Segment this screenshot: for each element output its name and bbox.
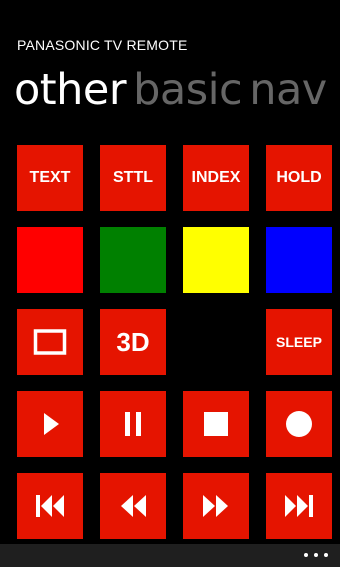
yellow-key-button[interactable] xyxy=(183,227,249,293)
more-icon[interactable] xyxy=(304,546,328,564)
3d-button[interactable]: 3D xyxy=(100,309,166,375)
fast-forward-icon xyxy=(203,495,228,517)
blue-key-button[interactable] xyxy=(266,227,332,293)
stop-icon xyxy=(204,412,228,436)
index-button-label: INDEX xyxy=(191,169,241,186)
hold-button-label: HOLD xyxy=(276,169,322,186)
sleep-button-label: SLEEP xyxy=(276,334,322,350)
pause-icon xyxy=(125,412,141,436)
pause-button[interactable] xyxy=(100,391,166,457)
skip-previous-icon xyxy=(36,495,64,517)
index-button[interactable]: INDEX xyxy=(183,145,249,211)
skip-next-icon xyxy=(285,495,313,517)
red-key-button[interactable] xyxy=(17,227,83,293)
record-icon xyxy=(286,411,312,437)
skip-next-button[interactable] xyxy=(266,473,332,539)
subtitle-button[interactable]: STTL xyxy=(100,145,166,211)
skip-previous-button[interactable] xyxy=(17,473,83,539)
application-bar xyxy=(0,544,340,567)
dot xyxy=(314,553,318,557)
3d-button-label: 3D xyxy=(116,326,150,357)
rewind-button[interactable] xyxy=(100,473,166,539)
play-icon xyxy=(44,413,59,435)
dot xyxy=(324,553,328,557)
play-button[interactable] xyxy=(17,391,83,457)
sleep-button[interactable]: SLEEP xyxy=(266,309,332,375)
pivot-tab-basic[interactable]: basic xyxy=(133,65,243,115)
green-key-button[interactable] xyxy=(100,227,166,293)
text-button-label: TEXT xyxy=(29,169,71,186)
dot xyxy=(304,553,308,557)
rewind-icon xyxy=(121,495,146,517)
aspect-ratio-icon xyxy=(33,329,67,355)
hold-button[interactable]: HOLD xyxy=(266,145,332,211)
subtitle-button-label: STTL xyxy=(113,169,153,186)
aspect-button[interactable] xyxy=(17,309,83,375)
stop-button[interactable] xyxy=(183,391,249,457)
app-title: PANASONIC TV REMOTE xyxy=(17,37,188,53)
record-button[interactable] xyxy=(266,391,332,457)
pivot-tab-nav[interactable]: nav xyxy=(249,65,327,115)
pivot-tab-other[interactable]: other xyxy=(14,65,127,115)
text-button[interactable]: TEXT xyxy=(17,145,83,211)
pivot-header: other basic nav xyxy=(14,62,334,118)
fast-forward-button[interactable] xyxy=(183,473,249,539)
